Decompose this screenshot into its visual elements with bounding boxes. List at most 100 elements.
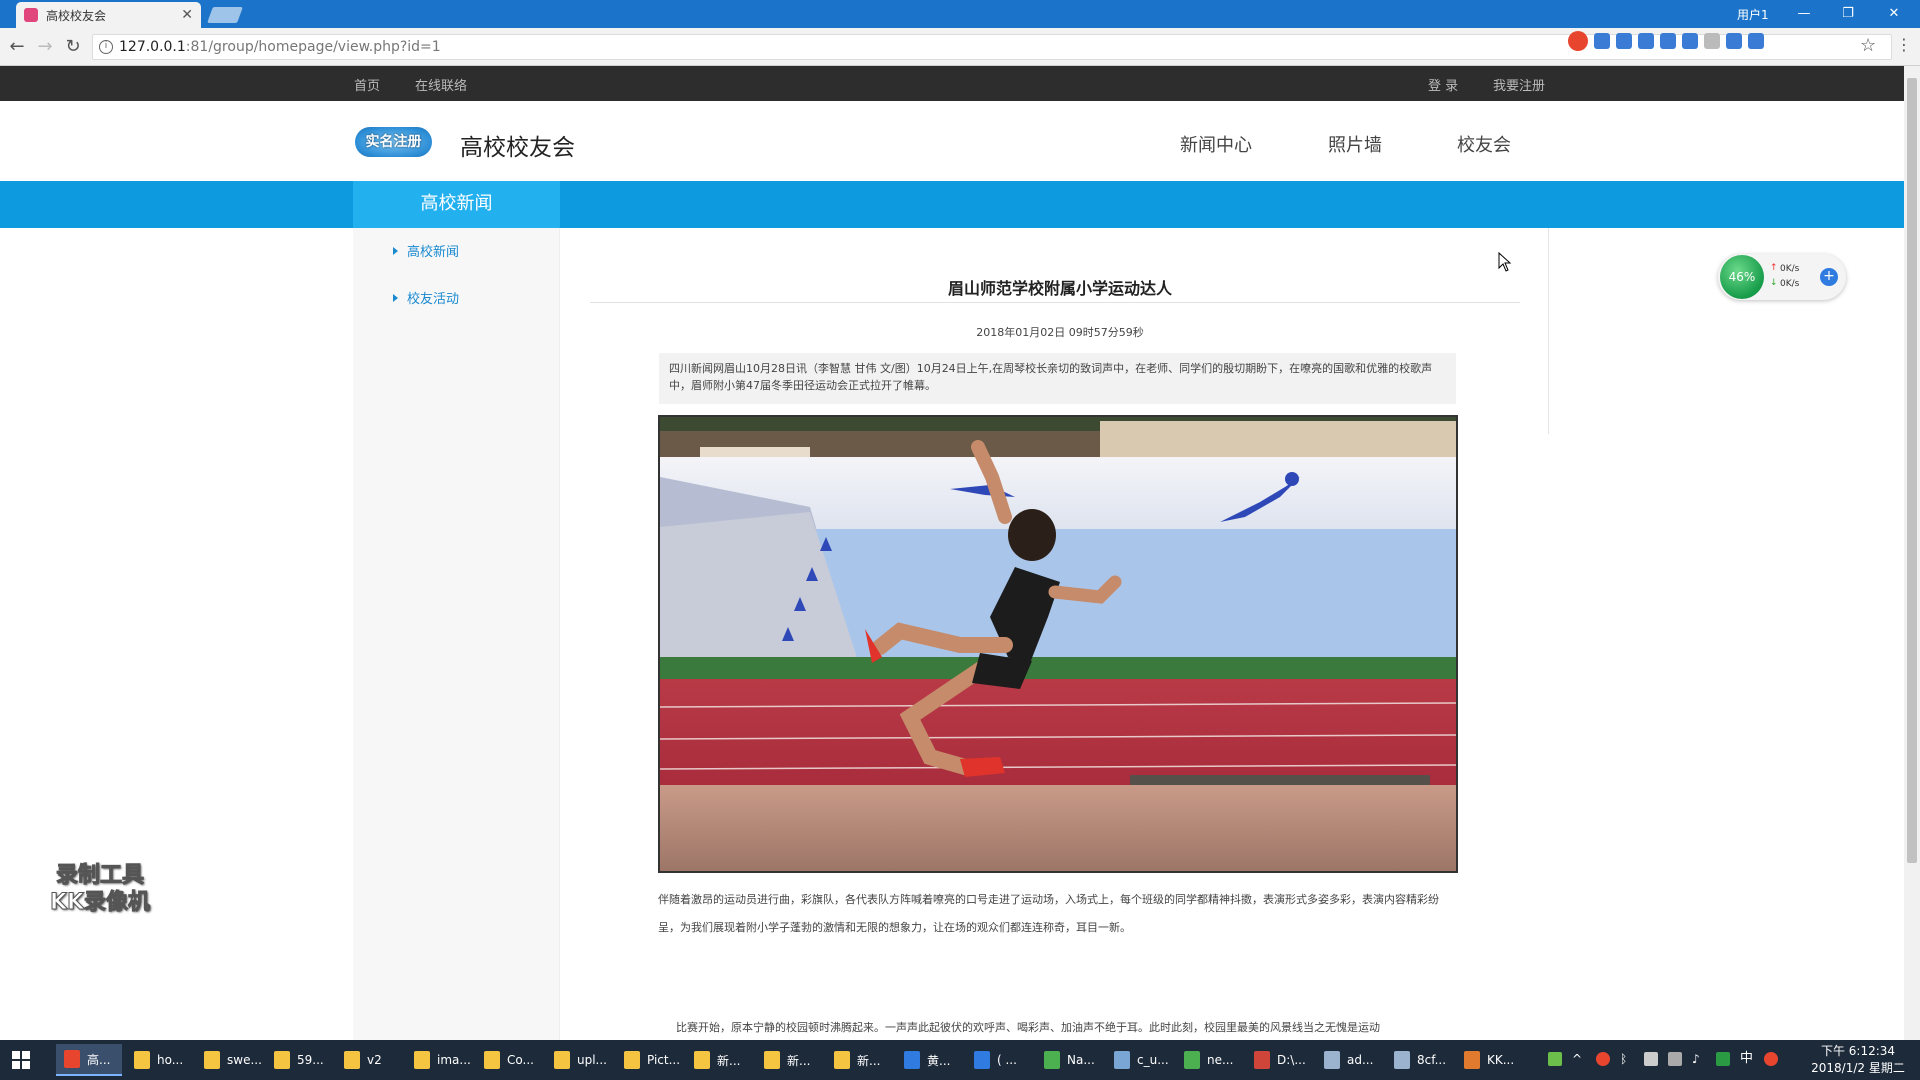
taskbar-item-label: ( ... bbox=[997, 1053, 1017, 1067]
app-icon bbox=[1324, 1051, 1340, 1069]
minimize-icon[interactable]: — bbox=[1784, 3, 1824, 25]
tray-app-icon[interactable] bbox=[1716, 1052, 1730, 1066]
tray-app-icon[interactable] bbox=[1596, 1052, 1610, 1066]
app-icon bbox=[904, 1051, 920, 1069]
forward-arrow-icon[interactable]: → bbox=[34, 36, 56, 58]
scrollbar-thumb[interactable] bbox=[1907, 78, 1917, 863]
site-logo[interactable]: 实名注册 bbox=[355, 127, 432, 157]
taskbar-item[interactable]: KK... bbox=[1456, 1044, 1522, 1076]
chevron-up-icon[interactable]: ^ bbox=[1572, 1052, 1586, 1066]
browser-tab[interactable]: 高校校友会 ✕ bbox=[16, 2, 201, 28]
app-icon bbox=[64, 1050, 80, 1068]
taskbar-item[interactable]: swe... bbox=[196, 1044, 262, 1076]
app-icon bbox=[694, 1051, 710, 1069]
close-window-icon[interactable]: ✕ bbox=[1874, 3, 1914, 25]
sidebar-item-alumni-activities[interactable]: 校友活动 bbox=[393, 288, 459, 307]
new-tab-button[interactable] bbox=[207, 7, 243, 23]
title-divider bbox=[590, 302, 1520, 303]
taskbar-item[interactable]: 黄... bbox=[896, 1044, 962, 1076]
section-banner: 高校新闻 bbox=[0, 181, 1904, 228]
taskbar-item[interactable]: ad... bbox=[1316, 1044, 1382, 1076]
reload-icon[interactable]: ↻ bbox=[62, 36, 84, 58]
wrench-icon[interactable] bbox=[1748, 33, 1764, 49]
taskbar-item[interactable]: v2 bbox=[336, 1044, 402, 1076]
taskbar-item[interactable]: c_u... bbox=[1106, 1044, 1172, 1076]
extension-icon[interactable] bbox=[1616, 33, 1632, 49]
taskbar-item[interactable]: 新... bbox=[756, 1044, 822, 1076]
network-icon[interactable] bbox=[1668, 1052, 1682, 1066]
keyboard-icon[interactable] bbox=[1682, 33, 1698, 49]
taskbar-item-label: upl... bbox=[577, 1053, 607, 1067]
browser-titlebar: 高校校友会 ✕ 用户1 — ❐ ✕ bbox=[0, 0, 1920, 28]
taskbar-item[interactable]: 新... bbox=[686, 1044, 752, 1076]
taskbar-item[interactable]: 高... bbox=[56, 1044, 122, 1076]
extension-icon[interactable] bbox=[1704, 33, 1720, 49]
taskbar-item[interactable]: 59... bbox=[266, 1044, 332, 1076]
sidebar-item-label: 校友活动 bbox=[407, 292, 460, 307]
windows-start-icon[interactable] bbox=[12, 1051, 30, 1069]
content-divider bbox=[1548, 228, 1549, 434]
taskbar-item-label: KK... bbox=[1487, 1053, 1515, 1067]
site-topbar: 首页 在线联络 登 录 我要注册 bbox=[0, 66, 1904, 101]
taskbar-item-label: 黄... bbox=[927, 1053, 951, 1068]
nav-photo-wall[interactable]: 照片墙 bbox=[1328, 131, 1382, 157]
ime-mode-label[interactable]: 中 bbox=[1740, 1052, 1754, 1066]
browser-menu-icon[interactable]: ⋮ bbox=[1896, 35, 1912, 54]
section-title: 高校新闻 bbox=[353, 181, 560, 228]
caret-right-icon bbox=[393, 294, 398, 302]
app-icon bbox=[974, 1051, 990, 1069]
app-icon bbox=[1464, 1051, 1480, 1069]
clock-date: 2018/1/2 星期二 bbox=[1811, 1061, 1905, 1075]
login-link[interactable]: 登 录 bbox=[1428, 75, 1458, 94]
taskbar-item[interactable]: 新... bbox=[826, 1044, 892, 1076]
taskbar-item[interactable]: ho... bbox=[126, 1044, 192, 1076]
taskbar-item[interactable]: D:\... bbox=[1246, 1044, 1312, 1076]
plus-icon[interactable]: + bbox=[1820, 268, 1838, 286]
bluetooth-icon[interactable]: ᛒ bbox=[1620, 1052, 1634, 1066]
battery-saver-icon[interactable] bbox=[1548, 1052, 1562, 1066]
restore-icon[interactable]: ❐ bbox=[1828, 3, 1868, 25]
taskbar-item[interactable]: ne... bbox=[1176, 1044, 1242, 1076]
site-title[interactable]: 高校校友会 bbox=[460, 128, 575, 162]
volume-icon[interactable]: ♪ bbox=[1692, 1052, 1706, 1066]
battery-icon[interactable] bbox=[1644, 1052, 1658, 1066]
profile-user-label[interactable]: 用户1 bbox=[1737, 6, 1769, 23]
app-icon bbox=[764, 1051, 780, 1069]
taskbar-item[interactable]: Co... bbox=[476, 1044, 542, 1076]
extension-icon[interactable] bbox=[1594, 33, 1610, 49]
taskbar-item[interactable]: Pict... bbox=[616, 1044, 682, 1076]
page-scrollbar[interactable] bbox=[1904, 66, 1920, 1040]
app-icon bbox=[414, 1051, 430, 1069]
close-tab-icon[interactable]: ✕ bbox=[181, 7, 193, 23]
nav-alumni-association[interactable]: 校友会 bbox=[1457, 131, 1511, 157]
taskbar-item[interactable]: upl... bbox=[546, 1044, 612, 1076]
extension-icon[interactable] bbox=[1638, 33, 1654, 49]
taskbar-item-label: c_u... bbox=[1137, 1053, 1169, 1067]
network-speed-widget[interactable]: 46% ↑ 0K/s ↓ 0K/s + bbox=[1718, 254, 1846, 300]
system-tray: ^ ᛒ ♪ 中 bbox=[1548, 1052, 1778, 1066]
taskbar-item[interactable]: ima... bbox=[406, 1044, 472, 1076]
taskbar-item-label: ho... bbox=[157, 1053, 184, 1067]
sogou-ime-icon[interactable] bbox=[1568, 31, 1588, 51]
info-icon[interactable]: i bbox=[99, 40, 113, 54]
register-link[interactable]: 我要注册 bbox=[1493, 75, 1545, 94]
sidebar-item-label: 高校新闻 bbox=[407, 245, 460, 260]
taskbar-item[interactable]: ( ... bbox=[966, 1044, 1032, 1076]
back-arrow-icon[interactable]: ← bbox=[6, 36, 28, 58]
microphone-icon[interactable] bbox=[1660, 33, 1676, 49]
taskbar-item-label: ad... bbox=[1347, 1053, 1374, 1067]
bookmark-star-icon[interactable]: ☆ bbox=[1860, 35, 1876, 56]
taskbar-item[interactable]: 8cf... bbox=[1386, 1044, 1452, 1076]
sidebar-item-school-news[interactable]: 高校新闻 bbox=[393, 241, 459, 260]
shirt-icon[interactable] bbox=[1726, 33, 1742, 49]
memory-usage-ball[interactable]: 46% bbox=[1720, 255, 1764, 299]
system-clock[interactable]: 下午 6:12:34 2018/1/2 星期二 bbox=[1808, 1043, 1908, 1077]
taskbar-item-label: 新... bbox=[787, 1053, 811, 1068]
taskbar-item[interactable]: Na... bbox=[1036, 1044, 1102, 1076]
nav-news-center[interactable]: 新闻中心 bbox=[1180, 131, 1252, 157]
sogou-ime-icon[interactable] bbox=[1764, 1052, 1778, 1066]
app-icon bbox=[1254, 1051, 1270, 1069]
article-paragraph: 比赛开始，原本宁静的校园顿时沸腾起来。一声声此起彼伏的欢呼声、喝彩声、加油声不绝… bbox=[676, 1021, 1380, 1034]
home-link[interactable]: 首页 bbox=[354, 75, 380, 94]
contact-link[interactable]: 在线联络 bbox=[415, 75, 467, 94]
